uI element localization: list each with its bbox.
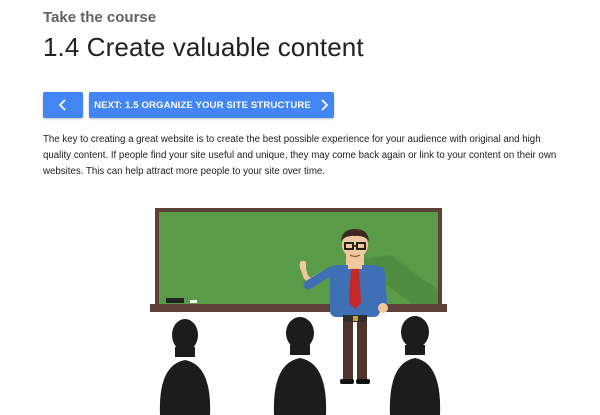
student-silhouette-left: [159, 319, 211, 415]
lesson-intro-paragraph: The key to creating a great website is t…: [43, 134, 557, 177]
next-lesson-button[interactable]: NEXT: 1.5 ORGANIZE YOUR SITE STRUCTURE: [89, 92, 334, 118]
chalkboard: [150, 208, 447, 312]
next-lesson-label: NEXT: 1.5 ORGANIZE YOUR SITE STRUCTURE: [94, 99, 311, 111]
page-title: 1.4 Create valuable content: [43, 32, 364, 62]
previous-lesson-button[interactable]: [43, 92, 83, 118]
chevron-right-icon: [321, 99, 329, 111]
classroom-illustration: [150, 208, 447, 415]
chevron-left-icon: [58, 99, 66, 111]
course-label: Take the course: [43, 9, 157, 26]
student-silhouette-middle: [273, 317, 327, 415]
student-silhouette-right: [389, 316, 441, 415]
